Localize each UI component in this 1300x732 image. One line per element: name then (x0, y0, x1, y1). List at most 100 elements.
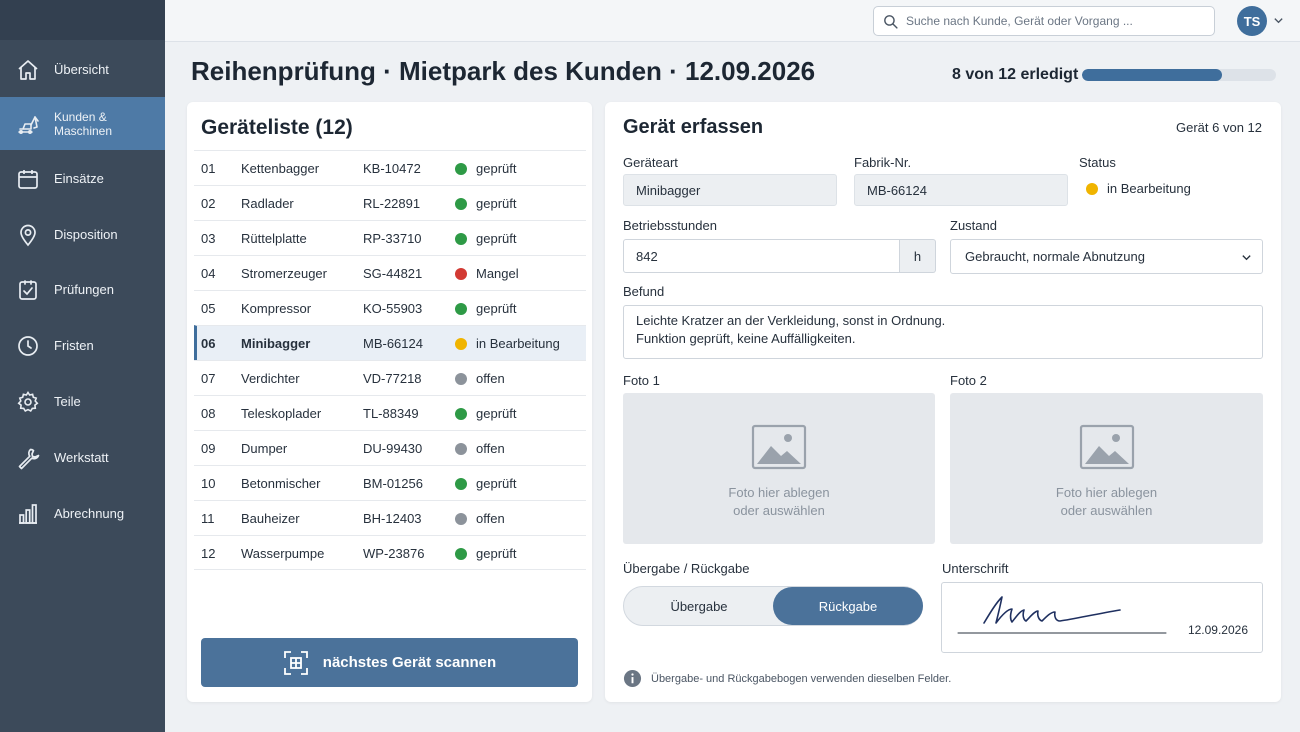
table-row[interactable]: 07 Verdichter VD-77218 offen (194, 360, 586, 395)
table-row[interactable]: 01 Kettenbagger KB-10472 geprüft (194, 150, 586, 185)
sidebar-item-pruefungen[interactable]: Prüfungen (0, 263, 165, 316)
table-row[interactable]: 11 Bauheizer BH-12403 offen (194, 500, 586, 535)
toggle-rueckgabe[interactable]: Rückgabe (773, 587, 923, 625)
table-row[interactable]: 03 Rüttelplatte RP-33710 geprüft (194, 220, 586, 255)
sidebar-item-fristen[interactable]: Fristen (0, 319, 165, 372)
sidebar-item-disposition[interactable]: Disposition (0, 208, 165, 261)
row-status: geprüft (476, 196, 517, 211)
row-status: geprüft (476, 161, 517, 176)
status-dot-icon (455, 478, 467, 490)
row-status: offen (476, 511, 505, 526)
sidebar-item-uebersicht[interactable]: Übersicht (0, 43, 165, 96)
fabrik-nr-field: MB-66124 (854, 174, 1068, 206)
foto1-label: Foto 1 (623, 373, 660, 388)
unterschrift-label: Unterschrift (942, 561, 1009, 576)
row-status: geprüft (476, 406, 517, 421)
page-title: Reihenprüfung · Mietpark des Kunden · 12… (191, 56, 816, 86)
table-row[interactable]: 12 Wasserpumpe WP-23876 geprüft (194, 535, 586, 570)
device-list: 01 Kettenbagger KB-10472 geprüft 02 Radlader R… (194, 150, 586, 570)
sidebar-item-label: Abrechnung (54, 506, 125, 521)
status-dot-icon (455, 303, 467, 315)
table-row[interactable]: 02 Radlader RL-22891 geprüft (194, 185, 586, 220)
befund-textarea[interactable]: Leichte Kratzer an der Verkleidung, sons… (623, 305, 1263, 359)
wrench-icon (18, 448, 40, 469)
sidebar-item-werkstatt[interactable]: Werkstatt (0, 431, 165, 484)
row-number: 01 (201, 161, 216, 176)
bar-chart-icon (19, 503, 37, 524)
row-device-id: KO-55903 (363, 301, 423, 316)
befund-text-line: Leichte Kratzer an der Verkleidung, sons… (636, 313, 946, 328)
geraeteart-value: Minibagger (636, 182, 701, 198)
foto1-dropzone[interactable]: Foto hier ablegen oder auswählen (623, 393, 935, 544)
status-value: in Bearbeitung (1086, 181, 1191, 196)
befund-text-line: Funktion geprüft, keine Auffälligkeiten. (636, 331, 856, 346)
table-row[interactable]: 08 Teleskoplader TL-88349 geprüft (194, 395, 586, 430)
sidebar-item-abrechnung[interactable]: Abrechnung (0, 487, 165, 540)
sidebar-item-label: Disposition (54, 227, 118, 242)
table-row[interactable]: 10 Betonmischer BM-01256 geprüft (194, 465, 586, 500)
zustand-select[interactable]: Gebraucht, normale Abnutzung (950, 239, 1263, 274)
status-dot-icon (455, 338, 467, 350)
row-status: geprüft (476, 231, 517, 246)
signature-pad[interactable]: 12.09.2026 (941, 582, 1263, 653)
row-number: 06 (201, 336, 216, 351)
row-device-id: WP-23876 (363, 546, 425, 561)
row-device-id: DU-99430 (363, 441, 423, 456)
row-device-name: Verdichter (241, 371, 300, 386)
toggle-uebergabe[interactable]: Übergabe (624, 587, 774, 625)
sidebar-item-kunden-maschinen[interactable]: Kunden & Maschinen (0, 97, 165, 150)
row-device-name: Kompressor (241, 301, 312, 316)
geraeteart-field: Minibagger (623, 174, 837, 206)
foto2-label: Foto 2 (950, 373, 987, 388)
row-device-name: Betonmischer (241, 476, 321, 491)
scan-next-device-button[interactable]: nächstes Gerät scannen (201, 638, 578, 687)
befund-label: Befund (623, 284, 665, 299)
row-device-name: Stromerzeuger (241, 266, 327, 281)
status-label: Status (1079, 155, 1116, 170)
geraeteart-label: Geräteart (623, 155, 678, 170)
row-device-id: RL-22891 (363, 196, 421, 211)
row-device-id: RP-33710 (363, 231, 422, 246)
row-status: offen (476, 371, 505, 386)
fabrik-nr-label: Fabrik-Nr. (854, 155, 912, 170)
home-icon (18, 59, 38, 80)
sidebar-item-label: Fristen (54, 338, 94, 353)
table-row[interactable]: 06 Minibagger MB-66124 in Bearbeitung (194, 325, 586, 360)
search-box[interactable] (873, 6, 1215, 36)
avatar[interactable]: TS (1237, 6, 1267, 36)
sidebar-item-teile[interactable]: Teile (0, 375, 165, 428)
form-counter: Gerät 6 von 12 (1176, 120, 1262, 135)
row-number: 11 (201, 511, 215, 526)
row-device-id: SG-44821 (363, 266, 423, 281)
info-icon (623, 669, 642, 688)
chevron-down-icon[interactable] (1273, 15, 1284, 26)
dropzone-hint: Foto hier ablegen oder auswählen (1055, 484, 1158, 518)
signature-stroke (957, 596, 1167, 634)
image-placeholder-icon (751, 424, 807, 469)
sidebar-item-label: Kunden & Maschinen (54, 109, 113, 138)
sidebar-item-einsaetze[interactable]: Einsätze (0, 152, 165, 205)
table-row[interactable]: 09 Dumper DU-99430 offen (194, 430, 586, 465)
betriebsstunden-input[interactable] (636, 248, 899, 264)
info-text: Übergabe- und Rückgabebogen verwenden di… (651, 672, 952, 685)
row-device-name: Radlader (241, 196, 294, 211)
status-dot-icon (455, 548, 467, 560)
sidebar-item-label: Übersicht (54, 62, 109, 77)
foto2-dropzone[interactable]: Foto hier ablegen oder auswählen (950, 393, 1263, 544)
row-number: 03 (201, 231, 216, 246)
checklist-icon (19, 279, 37, 300)
progress-bar (1082, 69, 1276, 81)
progress-label: 8 von 12 erledigt (952, 66, 1079, 83)
row-device-id: MB-66124 (363, 336, 423, 351)
sidebar-item-label: Einsätze (54, 171, 104, 186)
row-device-id: BM-01256 (363, 476, 423, 491)
info-note: Übergabe- und Rückgabebogen verwenden di… (623, 669, 951, 688)
betriebsstunden-field[interactable] (623, 239, 900, 273)
row-number: 07 (201, 371, 216, 386)
sidebar: Übersicht Kunden & Maschinen Einsätze Di… (0, 0, 165, 732)
table-row[interactable]: 04 Stromerzeuger SG-44821 Mangel (194, 255, 586, 290)
table-row[interactable]: 05 Kompressor KO-55903 geprüft (194, 290, 586, 325)
row-device-id: BH-12403 (363, 511, 422, 526)
search-input[interactable] (906, 14, 1206, 28)
sidebar-item-label: Prüfungen (54, 282, 114, 297)
